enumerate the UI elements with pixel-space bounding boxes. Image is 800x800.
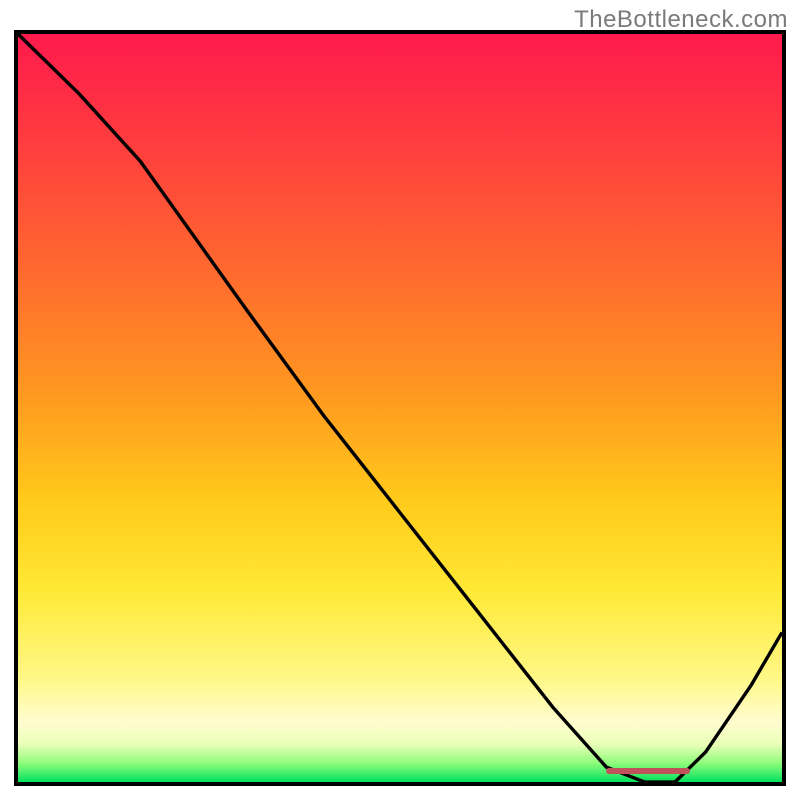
plot-area bbox=[14, 30, 786, 786]
bottleneck-curve-path bbox=[18, 34, 782, 782]
watermark-text: TheBottleneck.com bbox=[574, 6, 788, 34]
bottleneck-curve bbox=[18, 34, 782, 782]
optimal-range-marker bbox=[606, 768, 690, 774]
